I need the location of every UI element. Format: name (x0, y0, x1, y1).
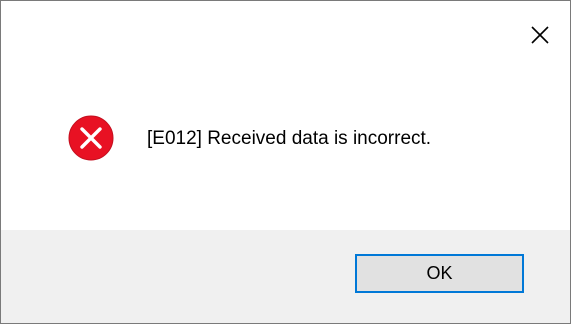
error-icon (68, 115, 114, 161)
error-dialog: [E012] Received data is incorrect. OK (0, 0, 571, 324)
title-bar (1, 1, 570, 69)
close-button[interactable] (522, 19, 558, 51)
ok-button-label: OK (426, 263, 453, 283)
dialog-content: [E012] Received data is incorrect. (1, 69, 570, 230)
ok-button[interactable]: OK (355, 254, 524, 293)
close-icon (531, 26, 549, 44)
error-message: [E012] Received data is incorrect. (147, 128, 432, 149)
button-bar: OK (1, 230, 570, 323)
